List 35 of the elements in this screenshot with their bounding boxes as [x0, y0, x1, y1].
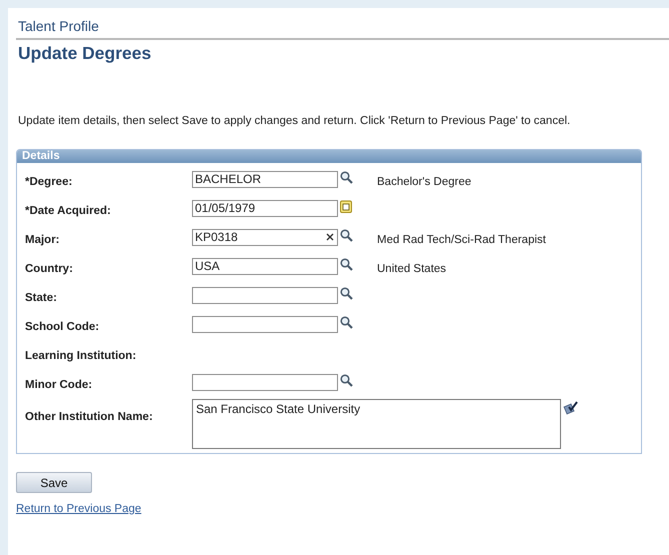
- input-field[interactable]: USA: [192, 258, 338, 274]
- page-title: Update Degrees: [18, 43, 152, 64]
- field-label: Country:: [24, 262, 74, 274]
- input-field[interactable]: [192, 316, 338, 332]
- calendar-icon[interactable]: [340, 200, 352, 213]
- breadcrumb: Talent Profile: [18, 18, 99, 34]
- details-header: Details: [17, 150, 641, 163]
- search-icon[interactable]: [340, 316, 353, 329]
- input-field[interactable]: BACHELOR: [192, 170, 338, 188]
- input-field[interactable]: 01/05/1979: [192, 200, 338, 216]
- search-icon[interactable]: [340, 287, 353, 300]
- clear-icon[interactable]: [326, 232, 334, 240]
- search-icon[interactable]: [340, 258, 353, 271]
- return-link[interactable]: Return to Previous Page: [16, 503, 142, 515]
- instructions: Update item details, then select Save to apply changes and return. Click 'Return to Previous Page' to cancel.: [18, 115, 570, 127]
- field-description: Med Rad Tech/Sci-Rad Therapist: [377, 234, 546, 246]
- field-description: Bachelor's Degree: [377, 176, 472, 188]
- search-icon[interactable]: [340, 171, 353, 184]
- input-field[interactable]: [192, 374, 338, 390]
- field-label: *Degree:: [24, 176, 74, 188]
- input-field[interactable]: [192, 286, 338, 304]
- field-label: Major:: [24, 234, 60, 246]
- search-icon[interactable]: [340, 374, 353, 387]
- field-label: Minor Code:: [24, 378, 94, 390]
- input-field[interactable]: KP0318: [192, 228, 338, 246]
- field-label: State:: [24, 292, 58, 304]
- field-description: United States: [377, 262, 446, 274]
- field-label: School Code:: [24, 320, 100, 332]
- spell-check-icon[interactable]: [563, 401, 579, 415]
- text-area[interactable]: San Francisco State University: [192, 399, 561, 449]
- field-label: Other Institution Name:: [24, 411, 154, 423]
- field-label: *Date Acquired:: [24, 204, 112, 216]
- field-label: Learning Institution:: [24, 350, 138, 362]
- search-icon[interactable]: [340, 229, 353, 242]
- save-button[interactable]: Save: [16, 472, 92, 493]
